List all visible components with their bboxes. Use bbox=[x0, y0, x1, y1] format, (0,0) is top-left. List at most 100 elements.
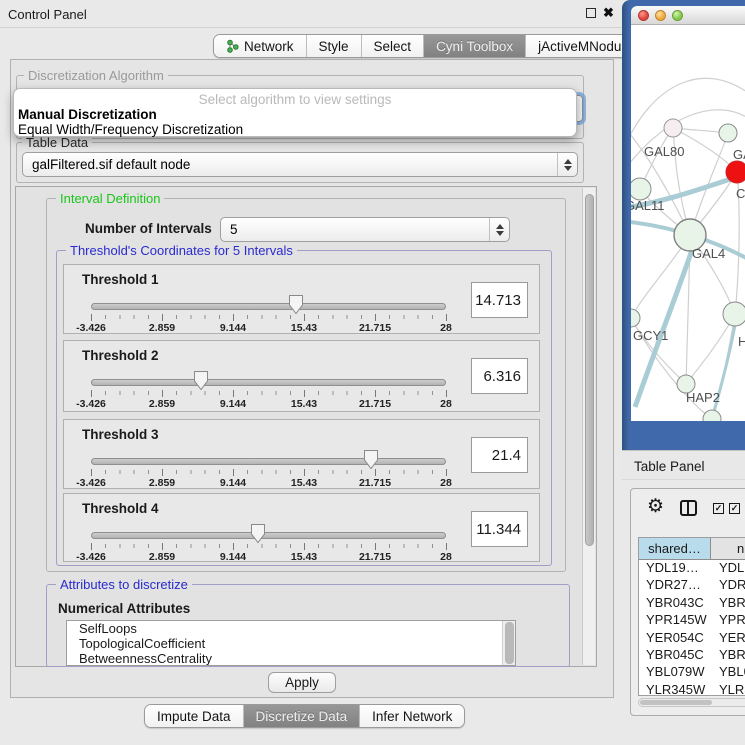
table-header-row: shared… n bbox=[639, 538, 745, 560]
float-window-icon[interactable] bbox=[586, 8, 596, 18]
slider-thumb[interactable] bbox=[193, 370, 209, 391]
interval-definition-group-label: Interval Definition bbox=[56, 191, 164, 206]
tab-infer-network[interactable]: Infer Network bbox=[360, 705, 464, 727]
table-row[interactable]: YDR27…YDR2 bbox=[639, 577, 745, 594]
slider-thumb[interactable] bbox=[363, 449, 379, 470]
slider-track[interactable] bbox=[91, 303, 446, 310]
apply-button[interactable]: Apply bbox=[268, 672, 336, 693]
network-graph bbox=[631, 25, 745, 421]
tick-label: -3.426 bbox=[76, 322, 106, 334]
tab-cyni-toolbox[interactable]: Cyni Toolbox bbox=[424, 35, 526, 57]
slider[interactable]: -3.426 2.859 9.144 15.43 21.715 28 bbox=[91, 494, 446, 561]
slider[interactable]: -3.426 2.859 9.144 15.43 21.715 28 bbox=[91, 265, 446, 333]
slider-thumb[interactable] bbox=[250, 523, 266, 544]
node-label-gcy1: GCY1 bbox=[633, 328, 668, 343]
tick-label: 21.715 bbox=[359, 551, 391, 563]
table-row[interactable]: YLR345WYLR3 bbox=[639, 682, 745, 696]
tab-label: Infer Network bbox=[372, 709, 452, 724]
tick-label: 21.715 bbox=[359, 322, 391, 334]
tab-label: Impute Data bbox=[157, 709, 231, 724]
tick-label: 28 bbox=[440, 322, 452, 334]
slider-track[interactable] bbox=[91, 379, 446, 386]
screenshot-root: { "titlebar": { "title": "Control Panel"… bbox=[0, 0, 745, 745]
tick-label: -3.426 bbox=[76, 551, 106, 563]
slider[interactable]: -3.426 2.859 9.144 15.43 21.715 28 bbox=[91, 341, 446, 411]
numerical-attributes-heading: Numerical Attributes bbox=[58, 601, 190, 616]
table-row[interactable]: YER054CYER0 bbox=[639, 630, 745, 647]
gear-icon[interactable]: ⚙ bbox=[647, 497, 664, 516]
threshold-value-field[interactable]: 21.4 bbox=[471, 437, 528, 473]
node-label-clipped-ga: GA bbox=[733, 147, 745, 162]
scrollbar-thumb[interactable] bbox=[585, 194, 594, 546]
threshold-value-field[interactable]: 14.713 bbox=[471, 282, 528, 318]
zoom-traffic-light-icon[interactable] bbox=[672, 10, 683, 21]
table-row[interactable]: YPR145WYPR1 bbox=[639, 612, 745, 629]
tick-label: 15.43 bbox=[291, 322, 317, 334]
threshold-3-panel: Threshold 3 -3.426 2.859 9.144 15.43 21.… bbox=[63, 419, 540, 489]
list-item[interactable]: BetweennessCentrality bbox=[67, 651, 515, 666]
node-gcy1 bbox=[631, 309, 640, 327]
threshold-value-field[interactable]: 11.344 bbox=[471, 511, 528, 547]
checkbox-icon[interactable]: ✓ bbox=[713, 503, 724, 514]
tab-impute-data[interactable]: Impute Data bbox=[145, 705, 244, 727]
network-canvas[interactable]: GAL80 GA GAL11 C GAL4 GCY1 H HAP2 bbox=[631, 25, 745, 421]
table-panel-titlebar: Table Panel bbox=[622, 450, 745, 480]
network-window-titlebar[interactable] bbox=[631, 6, 745, 25]
close-icon[interactable]: ✖ bbox=[603, 5, 614, 21]
slider-track[interactable] bbox=[91, 532, 446, 539]
table-row[interactable]: YDL19…YDL1 bbox=[639, 560, 745, 577]
tick-label: -3.426 bbox=[76, 477, 106, 489]
table-row[interactable]: YBL079WYBL0 bbox=[639, 664, 745, 681]
bottom-tab-bar: Impute Data Discretize Data Infer Networ… bbox=[144, 704, 465, 728]
table-data-combobox[interactable]: galFiltered.sif default node bbox=[22, 152, 578, 177]
minor-ticks bbox=[91, 544, 447, 548]
minimize-traffic-light-icon[interactable] bbox=[655, 10, 666, 21]
dropdown-option-manual-discretization[interactable]: Manual Discretization bbox=[17, 107, 575, 122]
number-of-intervals-value: 5 bbox=[221, 222, 489, 237]
table-row[interactable]: YBR045CYBR0 bbox=[639, 647, 745, 664]
tick-label: 15.43 bbox=[291, 398, 317, 410]
tick-label: 2.859 bbox=[149, 551, 175, 563]
column-header-name[interactable]: n bbox=[711, 538, 745, 559]
tick-label: 2.859 bbox=[149, 398, 175, 410]
tab-select[interactable]: Select bbox=[362, 35, 425, 57]
tab-style[interactable]: Style bbox=[307, 35, 362, 57]
top-tab-bar: Network Style Select Cyni Toolbox jActiv… bbox=[213, 34, 652, 58]
node-label-gal11: GAL11 bbox=[631, 198, 665, 213]
threshold-value-field[interactable]: 6.316 bbox=[471, 358, 528, 394]
tab-network[interactable]: Network bbox=[214, 35, 307, 57]
node-label-clipped-h: H bbox=[738, 334, 745, 349]
list-item[interactable]: TopologicalCoefficient bbox=[67, 636, 515, 651]
scrollbar-thumb[interactable] bbox=[640, 700, 712, 705]
column-header-shared[interactable]: shared… bbox=[639, 538, 711, 559]
list-scrollbar[interactable] bbox=[502, 621, 515, 665]
table-data-selected-value: galFiltered.sif default node bbox=[23, 157, 557, 172]
checkbox-icon[interactable]: ✓ bbox=[729, 503, 740, 514]
node-top-right bbox=[719, 124, 737, 142]
scrollbar-thumb[interactable] bbox=[505, 622, 514, 664]
network-icon bbox=[226, 39, 239, 53]
tab-discretize-data[interactable]: Discretize Data bbox=[244, 705, 361, 727]
tick-label: 28 bbox=[440, 398, 452, 410]
dropdown-option-equal-width-frequency[interactable]: Equal Width/Frequency Discretization bbox=[17, 122, 575, 137]
horizontal-scrollbar[interactable] bbox=[638, 698, 745, 707]
list-item[interactable]: SelfLoops bbox=[67, 621, 515, 636]
node-attribute-table[interactable]: shared… n YDL19…YDL1 YDR27…YDR2 YBR043CY… bbox=[638, 537, 745, 696]
table-panel-title: Table Panel bbox=[634, 459, 705, 474]
node-gal80 bbox=[664, 119, 682, 137]
table-row[interactable]: YBR043CYBR0 bbox=[639, 595, 745, 612]
slider-track[interactable] bbox=[91, 458, 446, 465]
tab-label: Cyni Toolbox bbox=[436, 39, 513, 54]
slider[interactable]: -3.426 2.859 9.144 15.43 21.715 28 bbox=[91, 420, 446, 488]
control-panel-titlebar: Control Panel ✖ bbox=[0, 0, 622, 28]
tick-label: 21.715 bbox=[359, 477, 391, 489]
split-columns-icon[interactable] bbox=[680, 500, 697, 516]
numerical-attributes-list[interactable]: SelfLoops TopologicalCoefficient Between… bbox=[66, 620, 516, 666]
number-of-intervals-combobox[interactable]: 5 bbox=[220, 217, 510, 242]
minor-ticks bbox=[91, 315, 447, 319]
close-traffic-light-icon[interactable] bbox=[638, 10, 649, 21]
slider-thumb[interactable] bbox=[288, 294, 304, 315]
vertical-scrollbar[interactable] bbox=[582, 188, 595, 665]
tick-label: 28 bbox=[440, 477, 452, 489]
attributes-group-label: Attributes to discretize bbox=[56, 577, 192, 592]
